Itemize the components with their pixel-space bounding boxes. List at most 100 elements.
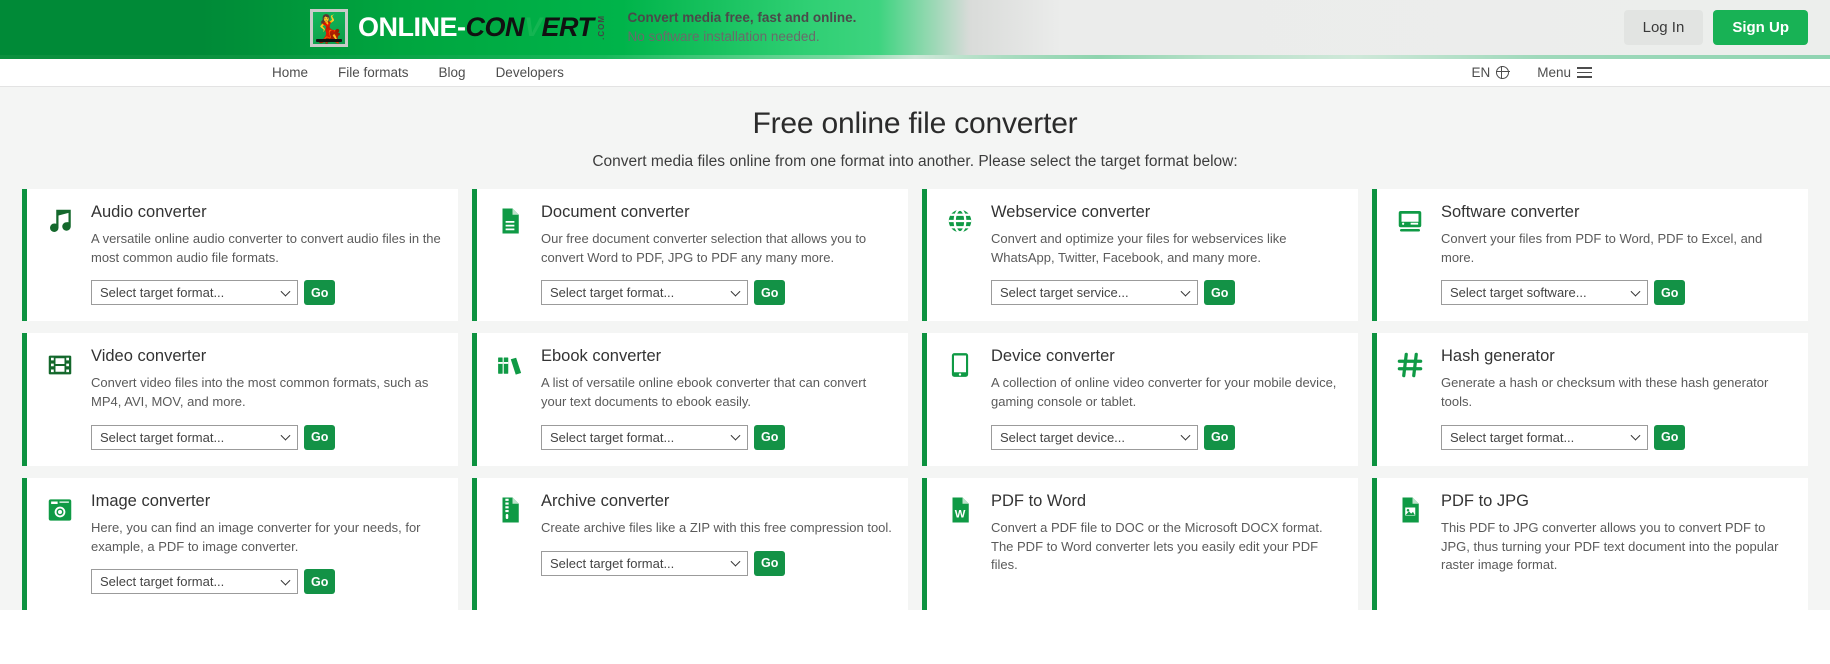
chevron-down-icon <box>730 431 741 442</box>
select-value-label: Select target format... <box>100 285 225 301</box>
card-title: Audio converter <box>91 203 207 221</box>
target-format-select[interactable]: Select target format... <box>541 424 748 450</box>
main-navigation: Home File formats Blog Developers EN Men… <box>0 59 1830 87</box>
converter-card: Ebook converter A list of versatile onlin… <box>472 333 908 466</box>
nav-item-developers[interactable]: Developers <box>496 65 564 80</box>
logo-text-con: CON <box>465 12 525 42</box>
target-format-select[interactable]: Select target format... <box>1441 424 1648 450</box>
site-logo[interactable]: 💃 ONLINE- CON V ERT .COM <box>310 8 606 47</box>
logo-wordmark: ONLINE- CON V ERT .COM <box>358 12 606 43</box>
logo-text-v: V <box>524 12 542 42</box>
card-controls: Select target device... Go <box>991 424 1342 450</box>
card-description: Convert and optimize your files for webs… <box>991 230 1287 265</box>
card-body: PDF to Word Convert a PDF file to DOC or … <box>991 492 1342 594</box>
card-body: Document converter Our free document conv… <box>541 203 892 306</box>
hero-section: Free online file converter Convert media… <box>0 87 1830 189</box>
logo-text-online: ONLINE- <box>358 12 466 42</box>
login-button[interactable]: Log In <box>1623 10 1704 45</box>
select-value-label: Select target format... <box>550 555 675 571</box>
converter-card: Video converter Convert video files into … <box>22 333 458 466</box>
target-format-select[interactable]: Select target format... <box>541 550 748 576</box>
target-format-select[interactable]: Select target service... <box>991 280 1198 306</box>
card-title: Archive converter <box>541 491 670 510</box>
go-button[interactable]: Go <box>754 550 786 576</box>
card-controls: Select target software... Go <box>1441 280 1792 306</box>
go-button[interactable]: Go <box>1654 424 1686 450</box>
target-format-select[interactable]: Select target format... <box>91 569 298 595</box>
target-format-select[interactable]: Select target format... <box>541 280 748 306</box>
card-controls: Select target format... Go <box>541 280 892 306</box>
card-body: Image converter Here, you can find an ima… <box>91 491 442 595</box>
chevron-down-icon <box>280 431 291 442</box>
card-controls: Select target format... Go <box>91 569 442 595</box>
chevron-down-icon <box>730 556 741 567</box>
music-note-icon <box>43 203 77 305</box>
books-icon <box>493 347 527 449</box>
select-value-label: Select target service... <box>1000 285 1129 301</box>
target-format-select[interactable]: Select target format... <box>91 280 298 306</box>
card-body: Ebook converter A list of versatile onlin… <box>541 347 892 450</box>
nav-links: Home File formats Blog Developers <box>272 65 564 80</box>
go-button[interactable]: Go <box>1654 280 1686 306</box>
card-description: Our free document converter selection th… <box>541 230 867 265</box>
converter-card: Image converter Here, you can find an ima… <box>22 477 458 611</box>
go-button[interactable]: Go <box>754 424 786 450</box>
select-value-label: Select target format... <box>100 574 225 590</box>
nav-item-blog[interactable]: Blog <box>439 65 466 80</box>
document-icon <box>493 203 527 305</box>
go-button[interactable]: Go <box>1204 424 1236 450</box>
card-description: A versatile online audio converter to co… <box>91 230 441 265</box>
camera-icon <box>43 492 77 594</box>
page-title: Free online file converter <box>752 107 1078 140</box>
navigation-wrapper: Home File formats Blog Developers EN Men… <box>0 55 1830 87</box>
select-value-label: Select target format... <box>550 285 675 301</box>
card-controls: Select target format... Go <box>91 280 442 306</box>
card-controls: Select target format... Go <box>541 424 892 450</box>
menu-label: Menu <box>1537 65 1571 80</box>
language-selector[interactable]: EN <box>1471 65 1510 80</box>
converter-card: Device converter A collection of online v… <box>922 333 1358 466</box>
zip-file-icon <box>493 492 527 594</box>
card-title: Software converter <box>1441 203 1580 221</box>
card-description: Convert a PDF file to DOC or the Microso… <box>991 519 1323 573</box>
tablet-icon <box>943 347 977 449</box>
select-value-label: Select target software... <box>1450 285 1587 301</box>
card-title: Document converter <box>541 203 690 221</box>
go-button[interactable]: Go <box>304 424 336 450</box>
card-title: Video converter <box>91 347 207 366</box>
target-format-select[interactable]: Select target software... <box>1441 280 1648 306</box>
card-description: Create archive files like a ZIP with thi… <box>541 519 892 535</box>
image-file-icon <box>1393 492 1427 594</box>
converter-grid: Audio converter A versatile online audio … <box>22 189 1808 611</box>
target-format-select[interactable]: Select target format... <box>91 424 298 450</box>
go-button[interactable]: Go <box>304 569 336 595</box>
card-description: Convert your files from PDF to Word, PDF… <box>1441 230 1763 265</box>
nav-item-home[interactable]: Home <box>272 65 308 80</box>
card-controls: Select target service... Go <box>991 280 1342 306</box>
card-title: Hash generator <box>1441 347 1555 366</box>
select-value-label: Select target format... <box>100 429 225 445</box>
converter-card: Archive converter Create archive files li… <box>472 477 908 611</box>
card-title: Image converter <box>91 491 211 510</box>
monitor-icon <box>1393 203 1427 305</box>
go-button[interactable]: Go <box>754 280 786 306</box>
nav-item-file-formats[interactable]: File formats <box>338 65 409 80</box>
card-body: PDF to JPG This PDF to JPG converter allo… <box>1441 492 1792 594</box>
svg-text:W: W <box>955 508 966 520</box>
card-controls: Select target format... Go <box>1441 424 1792 450</box>
converter-grid-area: Audio converter A versatile online audio … <box>0 189 1830 611</box>
go-button[interactable]: Go <box>1204 280 1236 306</box>
card-title: Ebook converter <box>541 347 662 366</box>
site-header: 💃 ONLINE- CON V ERT .COM Convert media free… <box>0 0 1830 55</box>
converter-card: PDF to JPG This PDF to JPG converter allo… <box>1372 477 1808 611</box>
chevron-down-icon <box>1630 431 1641 442</box>
go-button[interactable]: Go <box>304 280 336 306</box>
card-body: Hash generator Generate a hash or checksu… <box>1441 347 1792 450</box>
card-body: Device converter A collection of online v… <box>991 347 1342 450</box>
signup-button[interactable]: Sign Up <box>1713 10 1808 45</box>
header-tagline: Convert media free, fast and online. No … <box>628 9 857 45</box>
card-title: Device converter <box>991 347 1115 366</box>
target-format-select[interactable]: Select target device... <box>991 424 1198 450</box>
logo-text-ert: ERT <box>541 12 595 42</box>
menu-button[interactable]: Menu <box>1537 65 1592 80</box>
